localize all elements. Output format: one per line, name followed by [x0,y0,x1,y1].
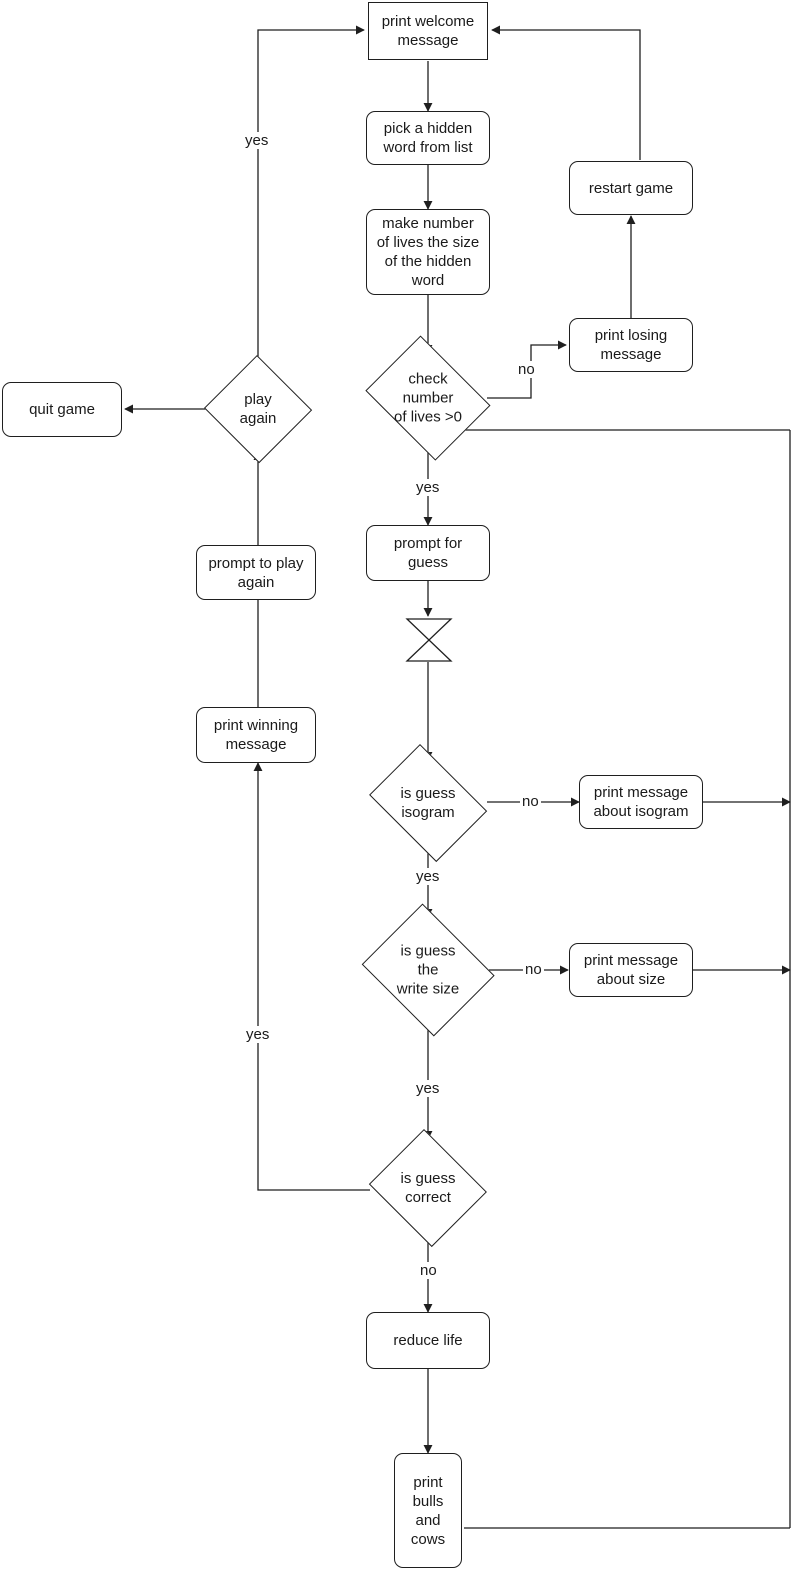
diamond-shape [361,903,495,1037]
node-print-welcome-message[interactable]: print welcome message [368,2,488,60]
diamond-shape [204,355,312,463]
edge-label-correct-no: no [418,1262,439,1279]
edge-playagain-yes-to-welcome [257,25,365,366]
edge-correct-yes-to-winning [253,762,370,1191]
edge-label-isogram-yes: yes [414,868,442,885]
node-label: reduce life [393,1332,463,1349]
edge-label-size-yes: yes [414,1080,442,1097]
node-label: print message about size [583,952,679,988]
node-print-bulls-and-cows[interactable]: print bulls and cows [394,1453,462,1568]
node-print-winning-message[interactable]: print winning message [196,707,316,763]
node-label: print bulls and cows [410,1473,446,1548]
node-prompt-to-play-again[interactable]: prompt to play again [196,545,316,600]
decision-is-guess-isogram[interactable]: is guess isogram [361,744,495,862]
decision-is-guess-correct[interactable]: is guess correct [365,1129,491,1247]
node-label: print message about isogram [593,784,689,820]
node-label: prompt for guess [393,535,463,571]
node-print-message-about-isogram[interactable]: print message about isogram [579,775,703,829]
node-label: print losing message [594,327,668,363]
node-pick-hidden-word[interactable]: pick a hidden word from list [366,111,490,165]
node-reduce-life[interactable]: reduce life [366,1312,490,1369]
node-print-message-about-size[interactable]: print message about size [569,943,693,997]
decision-check-number-of-lives[interactable]: check number of lives >0 [358,335,498,461]
edge-label-correct-yes: yes [244,1026,272,1043]
edge-label-play-again-yes: yes [243,132,271,149]
flowchart-canvas: print welcome message pick a hidden word… [0,0,810,1591]
diamond-shape [369,1129,487,1247]
edge-label-check-lives-yes: yes [414,479,442,496]
node-label: prompt to play again [208,554,304,591]
node-print-losing-message[interactable]: print losing message [569,318,693,372]
node-restart-game[interactable]: restart game [569,161,693,215]
edge-label-size-no: no [523,961,544,978]
edge-label-isogram-no: no [520,793,541,810]
node-label: restart game [588,179,674,197]
diamond-shape [365,335,491,461]
node-label: quit game [29,401,95,418]
diamond-shape [369,744,487,862]
node-input-guess-hourglass[interactable] [404,616,454,664]
node-label: make number of lives the size of the hid… [376,215,480,289]
node-label: pick a hidden word from list [383,120,473,156]
edge-restart-to-welcome [491,25,641,160]
node-quit-game[interactable]: quit game [2,382,122,437]
node-make-number-of-lives[interactable]: make number of lives the size of the hid… [366,209,490,295]
edge-label-check-lives-no: no [516,361,537,378]
node-label: print welcome message [381,13,475,49]
decision-play-again[interactable]: play again [203,355,313,463]
decision-is-guess-right-size[interactable]: is guess the write size [356,903,500,1037]
node-prompt-for-guess[interactable]: prompt for guess [366,525,490,581]
node-label: print winning message [213,717,299,753]
